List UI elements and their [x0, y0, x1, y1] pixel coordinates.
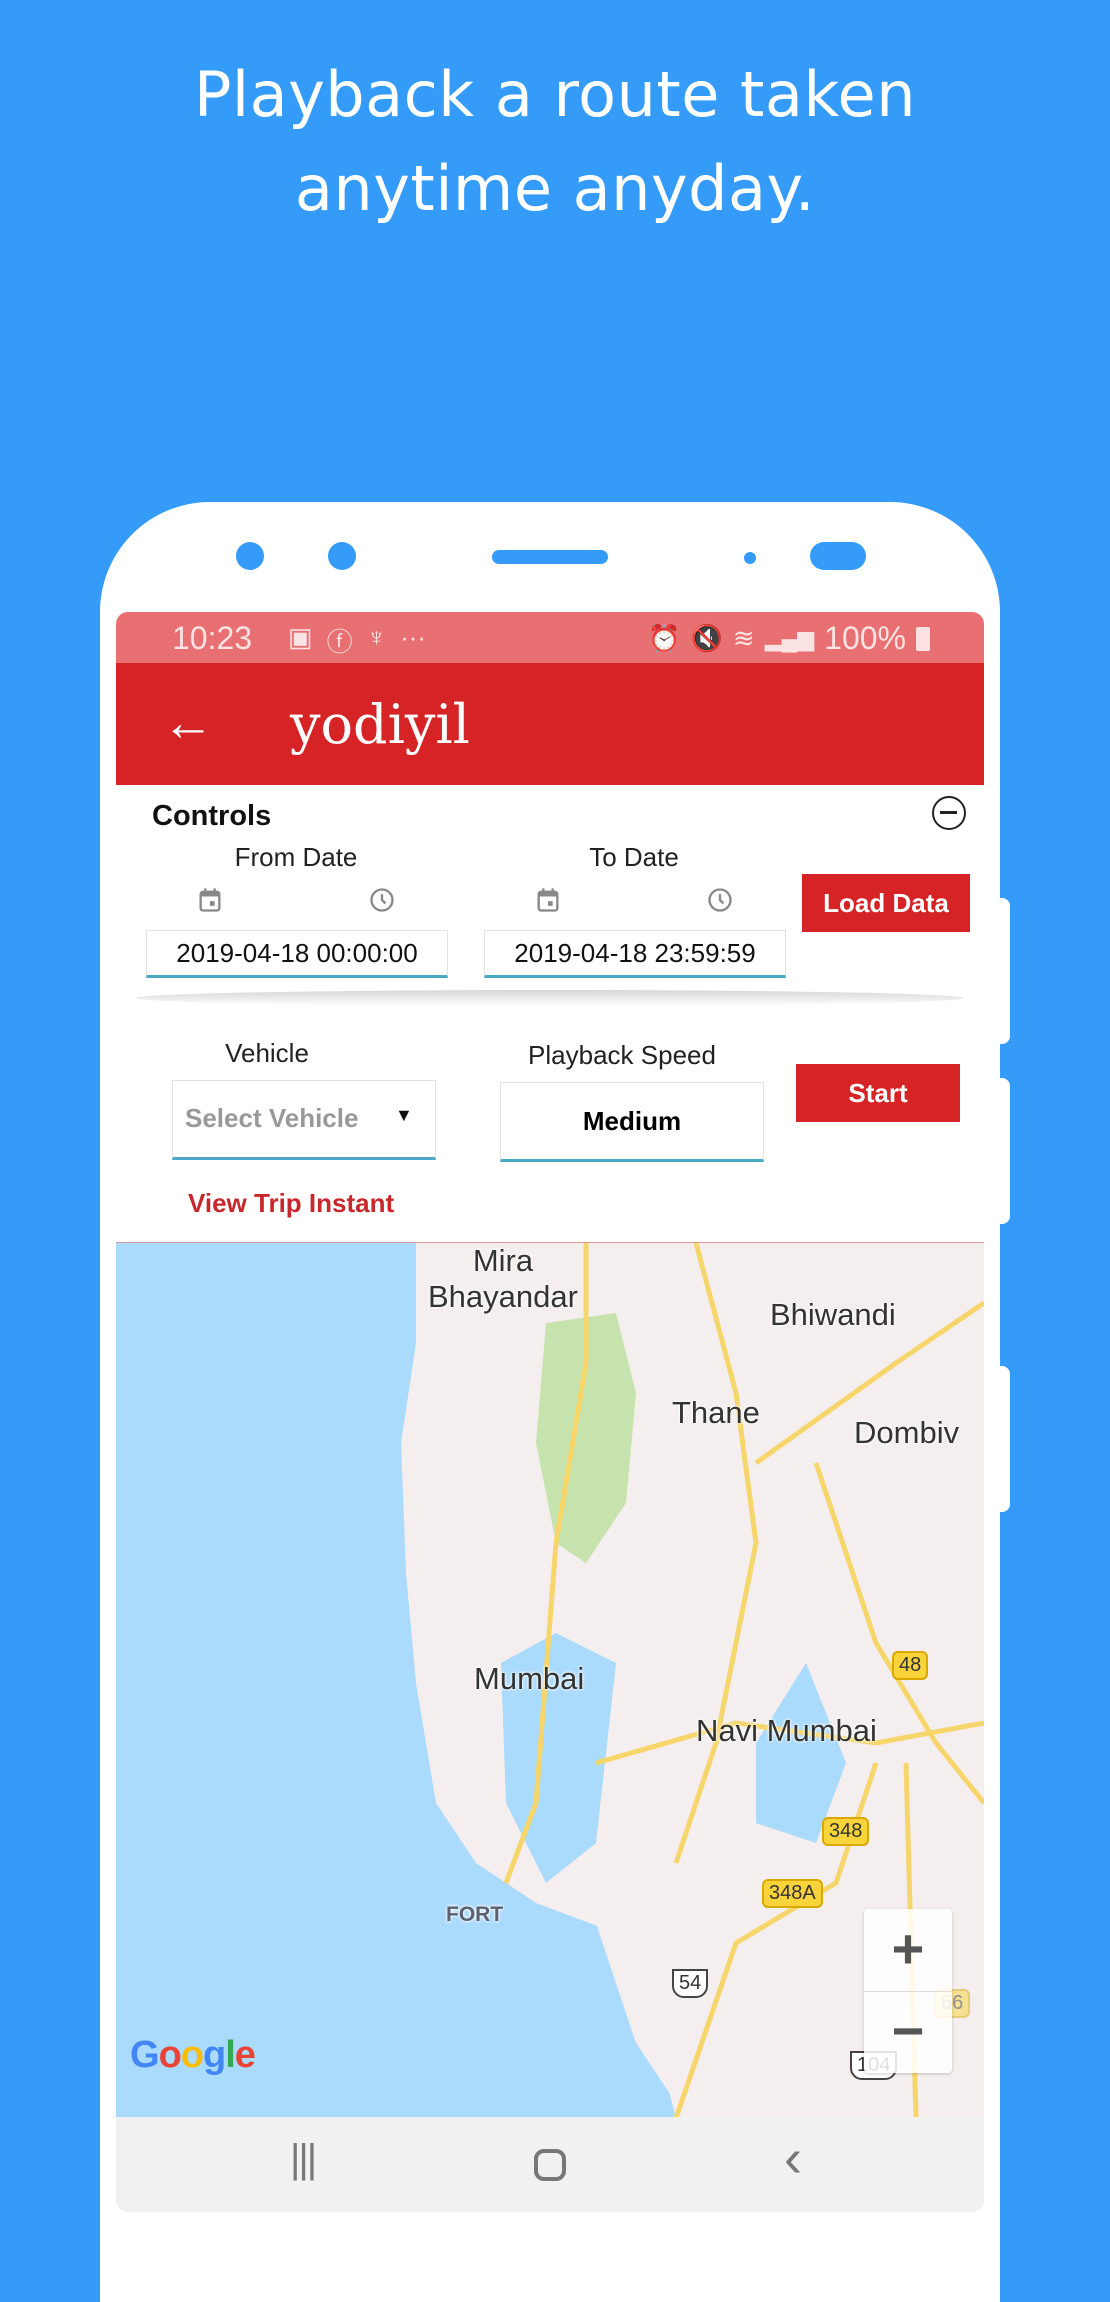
route-shield-54: 54 [672, 1969, 709, 1998]
volume-down-button [998, 1078, 1010, 1224]
to-date-label: To Date [589, 842, 679, 872]
route-shield-348a: 348A [762, 1879, 823, 1908]
battery-text: 100% [824, 620, 906, 656]
map-label-dombivli: Dombiv [854, 1415, 960, 1450]
map-label-navi-mumbai: Navi Mumbai [696, 1713, 877, 1748]
calendar-icon[interactable] [534, 886, 562, 914]
status-time: 10:23 [172, 620, 253, 656]
front-camera [810, 542, 866, 570]
more-dots-icon: ··· [400, 622, 427, 652]
fi-icon: ⓕ [326, 627, 353, 657]
calendar-icon[interactable] [196, 886, 224, 914]
minus-circle-icon[interactable] [932, 796, 966, 830]
divider [136, 990, 964, 1006]
playback-speed-label: Playback Speed [528, 1040, 716, 1070]
controls-title: Controls [152, 800, 272, 832]
sensor-dot [328, 542, 356, 570]
app-screen: 10:23 ▣ ⓕ ♆ ··· ⏰ 🔇 ≋ ▂▄▆ 100% ← yodiyil… [116, 612, 984, 2212]
sensor-dot [236, 542, 264, 570]
map-zoom-control: + − [864, 1909, 952, 2073]
vehicle-select-placeholder: Select Vehicle [185, 1103, 359, 1133]
system-nav-bar: ||| ‹ [116, 2117, 984, 2212]
vehicle-select[interactable]: Select Vehicle ▼ [172, 1080, 436, 1160]
gesture-icon: ♆ [366, 622, 387, 652]
battery-icon [916, 626, 930, 651]
from-date-input[interactable]: 2019-04-18 00:00:00 [146, 930, 448, 978]
map-label-mira-bhayandar: Mira Bhayandar [428, 1243, 578, 1314]
wifi-icon: ≋ [732, 623, 755, 653]
volume-up-button [998, 898, 1010, 1044]
dropdown-caret-icon: ▼ [395, 1105, 413, 1125]
to-date-input[interactable]: 2019-04-18 23:59:59 [484, 930, 786, 978]
sensor-dot [744, 552, 756, 564]
clock-icon[interactable] [706, 886, 734, 914]
map-label-mumbai: Mumbai [474, 1661, 585, 1696]
vehicle-label: Vehicle [225, 1038, 309, 1068]
alarm-icon: ⏰ [648, 623, 681, 653]
from-date-label: From Date [234, 842, 358, 872]
playback-speed-select[interactable]: Medium [500, 1082, 764, 1162]
back-icon[interactable]: ‹ [784, 2127, 802, 2189]
view-trip-instant-link[interactable]: View Trip Instant [188, 1188, 394, 1219]
google-logo: Google [130, 2034, 256, 2076]
headline-line-1: Playback a route taken [193, 58, 916, 131]
playback-speed-value: Medium [582, 1106, 682, 1136]
app-bar: ← yodiyil [116, 663, 984, 785]
map-view[interactable]: Mira Bhayandar Bhiwandi Thane Dombiv Mum… [116, 1242, 984, 2118]
arrow-left-icon[interactable]: ← [162, 693, 214, 753]
speaker-grille [492, 550, 608, 564]
power-button [998, 1366, 1010, 1512]
home-icon[interactable] [534, 2149, 566, 2181]
start-button[interactable]: Start [796, 1064, 960, 1122]
map-label-bhiwandi: Bhiwandi [770, 1297, 896, 1332]
image-icon: ▣ [288, 622, 313, 652]
map-label-thane: Thane [672, 1395, 760, 1430]
headline: Playback a route taken anytime anyday. [0, 48, 1110, 236]
recents-icon[interactable]: ||| [290, 2137, 317, 2182]
route-shield-48: 48 [892, 1651, 929, 1680]
signal-icon: ▂▄▆ [764, 625, 815, 651]
app-title: yodiyil [290, 693, 470, 756]
clock-icon[interactable] [368, 886, 396, 914]
zoom-out-button[interactable]: − [864, 1991, 952, 2073]
headline-line-2: anytime anyday. [294, 152, 816, 225]
map-label-fort: FORT [446, 1903, 504, 1926]
route-shield-348: 348 [822, 1817, 870, 1846]
load-data-button[interactable]: Load Data [802, 874, 970, 932]
mute-icon: 🔇 [690, 623, 723, 653]
zoom-in-button[interactable]: + [864, 1909, 952, 1992]
status-bar: 10:23 ▣ ⓕ ♆ ··· ⏰ 🔇 ≋ ▂▄▆ 100% [116, 612, 984, 663]
